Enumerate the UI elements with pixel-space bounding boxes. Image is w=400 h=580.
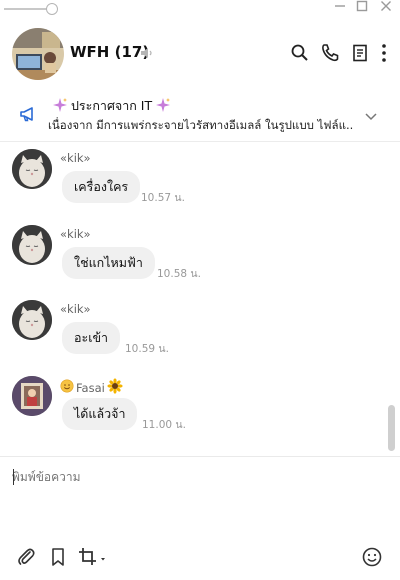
chat-title: WFH (17) xyxy=(70,43,149,61)
text-caret xyxy=(13,469,14,485)
sender-name: «kik» xyxy=(60,227,91,241)
sender-name-text: Fasai xyxy=(76,380,105,395)
sparkles-icon xyxy=(52,97,68,116)
scrollbar-thumb[interactable] xyxy=(388,405,395,451)
pin-slider-knob[interactable] xyxy=(46,3,58,15)
announcement-title-text: ประกาศจาก IT xyxy=(71,98,153,113)
message-time: 10.57 น. xyxy=(141,192,185,204)
message-item: Fasai ได้แล้วจ้า 11.00 น. xyxy=(0,372,390,444)
message-item: «kik» ใช่แกไหมฟ้า 10.58 น. xyxy=(0,221,390,293)
message-time: 10.59 น. xyxy=(125,343,169,355)
message-bubble[interactable]: ได้แล้วจ้า xyxy=(62,398,138,430)
window-titlebar xyxy=(0,0,400,18)
sparkles-icon xyxy=(155,97,171,116)
search-icon[interactable] xyxy=(289,42,311,64)
sunflower-emoji-icon xyxy=(107,378,123,397)
message-bubble[interactable]: อะเข้า xyxy=(62,322,121,354)
crop-icon[interactable] xyxy=(77,546,109,568)
chat-header: WFH (17) xyxy=(0,22,400,84)
emoji-icon[interactable] xyxy=(361,546,383,568)
group-name: WFH xyxy=(70,43,110,61)
more-icon[interactable] xyxy=(378,42,400,64)
message-time: 10.58 น. xyxy=(157,268,201,280)
megaphone-icon xyxy=(18,104,38,128)
message-item: «kik» เครื่องใคร 10.57 น. xyxy=(0,145,390,217)
pin-slider-track[interactable] xyxy=(4,8,50,10)
chevron-down-icon[interactable] xyxy=(364,108,378,127)
phone-icon[interactable] xyxy=(319,42,341,64)
avatar[interactable] xyxy=(12,149,52,189)
avatar[interactable] xyxy=(12,225,52,265)
message-bubble[interactable]: เครื่องใคร xyxy=(62,171,141,203)
chat-window: WFH (17) ประกาศจาก IT เนื่องจาก มีการแพร… xyxy=(0,0,400,580)
message-bubble[interactable]: ใช่แกไหมฟ้า xyxy=(62,247,155,279)
sender-name: «kik» xyxy=(60,302,91,316)
maximize-icon[interactable] xyxy=(352,0,372,18)
minimize-icon[interactable] xyxy=(330,0,350,18)
announcement-banner[interactable]: ประกาศจาก IT เนื่องจาก มีการแพร่กระจายไว… xyxy=(0,88,400,142)
sender-name: Fasai xyxy=(60,378,123,397)
message-time: 11.00 น. xyxy=(142,419,186,431)
close-icon[interactable] xyxy=(376,0,396,18)
group-avatar[interactable] xyxy=(12,28,64,80)
divider xyxy=(0,456,400,457)
message-input[interactable] xyxy=(12,466,382,488)
notes-icon[interactable] xyxy=(349,42,371,64)
message-list[interactable]: «kik» เครื่องใคร 10.57 น. «kik» ใช่แกไหม… xyxy=(0,143,400,455)
message-item: «kik» อะเข้า 10.59 น. xyxy=(0,296,390,368)
composer-toolbar xyxy=(0,540,400,574)
smile-emoji-icon xyxy=(60,379,74,396)
speaker-muted-icon xyxy=(139,45,153,64)
bookmark-icon[interactable] xyxy=(47,546,69,568)
announcement-title: ประกาศจาก IT xyxy=(52,96,171,116)
avatar[interactable] xyxy=(12,376,52,416)
announcement-text: เนื่องจาก มีการแพร่กระจายไวรัสทางอีเมลล์… xyxy=(48,118,353,132)
sender-name: «kik» xyxy=(60,151,91,165)
attach-icon[interactable] xyxy=(15,546,37,568)
avatar[interactable] xyxy=(12,300,52,340)
